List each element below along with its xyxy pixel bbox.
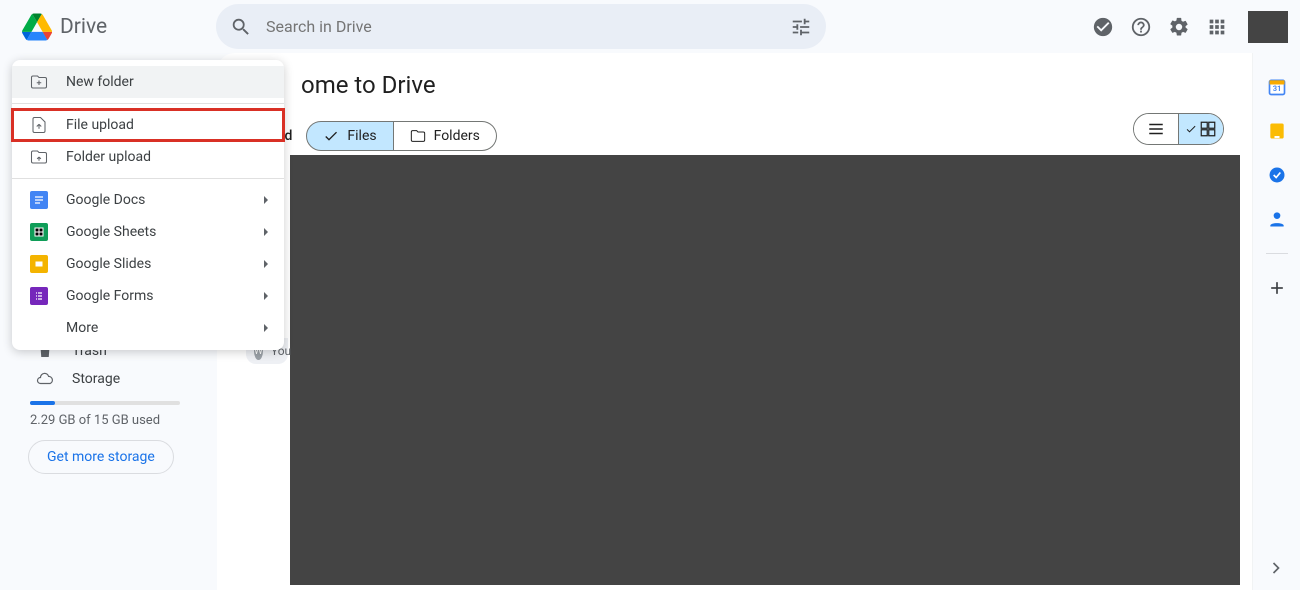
menu-label: New folder bbox=[66, 74, 134, 90]
search-icon bbox=[230, 16, 252, 38]
segment-label: Folders bbox=[434, 128, 480, 144]
menu-more[interactable]: More bbox=[12, 312, 284, 344]
apps-grid-icon[interactable] bbox=[1204, 14, 1230, 40]
offline-ready-icon[interactable] bbox=[1090, 14, 1116, 40]
list-view-button[interactable] bbox=[1134, 114, 1178, 144]
contacts-icon[interactable] bbox=[1267, 209, 1287, 229]
view-mode-segment bbox=[1133, 113, 1224, 145]
menu-google-slides[interactable]: Google Slides bbox=[12, 248, 284, 280]
folders-segment-button[interactable]: Folders bbox=[394, 121, 497, 151]
right-rail: 31 bbox=[1252, 53, 1300, 590]
blank-icon bbox=[30, 319, 48, 337]
help-icon[interactable] bbox=[1128, 14, 1154, 40]
chevron-right-icon bbox=[262, 324, 270, 332]
menu-label: Google Sheets bbox=[66, 224, 156, 240]
suggestion-row: ed Files Folders bbox=[277, 121, 1252, 151]
menu-label: Google Forms bbox=[66, 288, 154, 304]
forms-icon bbox=[30, 287, 48, 305]
file-folder-segment: Files Folders bbox=[306, 121, 496, 151]
menu-label: More bbox=[66, 320, 98, 336]
menu-google-docs[interactable]: Google Docs bbox=[12, 184, 284, 216]
chevron-right-icon bbox=[262, 196, 270, 204]
menu-label: Google Docs bbox=[66, 192, 145, 208]
menu-label: Folder upload bbox=[66, 149, 151, 165]
header-actions bbox=[1090, 11, 1288, 43]
cloud-icon bbox=[36, 370, 54, 388]
page-title: ome to Drive bbox=[301, 71, 1252, 99]
list-icon bbox=[1147, 120, 1165, 138]
menu-file-upload[interactable]: File upload bbox=[12, 109, 284, 141]
menu-google-sheets[interactable]: Google Sheets bbox=[12, 216, 284, 248]
svg-text:31: 31 bbox=[1272, 84, 1281, 93]
product-name: Drive bbox=[60, 15, 107, 39]
account-avatar[interactable] bbox=[1248, 11, 1288, 43]
storage-usage-bar bbox=[30, 401, 180, 405]
grid-view-button[interactable] bbox=[1179, 114, 1223, 144]
menu-folder-upload[interactable]: Folder upload bbox=[12, 141, 284, 173]
chevron-right-icon bbox=[262, 228, 270, 236]
sidebar-item-label: Storage bbox=[72, 371, 120, 387]
files-segment-button[interactable]: Files bbox=[306, 121, 393, 151]
menu-label: Google Slides bbox=[66, 256, 151, 272]
app-header: Drive bbox=[0, 0, 1300, 53]
segment-label: Files bbox=[347, 128, 376, 144]
check-icon bbox=[323, 128, 339, 144]
check-icon bbox=[1185, 120, 1197, 138]
settings-gear-icon[interactable] bbox=[1166, 14, 1192, 40]
menu-label: File upload bbox=[66, 117, 134, 133]
search-input[interactable] bbox=[252, 17, 790, 36]
storage-usage-text: 2.29 GB of 15 GB used bbox=[30, 413, 198, 428]
content-area-placeholder bbox=[290, 155, 1240, 585]
tasks-icon[interactable] bbox=[1267, 165, 1287, 185]
menu-new-folder[interactable]: New folder bbox=[12, 66, 284, 98]
keep-icon[interactable] bbox=[1267, 121, 1287, 141]
sidebar-item-storage[interactable]: Storage bbox=[28, 365, 198, 393]
docs-icon bbox=[30, 191, 48, 209]
chevron-right-icon bbox=[262, 260, 270, 268]
folder-icon bbox=[410, 128, 426, 144]
side-panel-toggle-icon[interactable] bbox=[1266, 558, 1286, 578]
tune-icon[interactable] bbox=[790, 16, 812, 38]
menu-google-forms[interactable]: Google Forms bbox=[12, 280, 284, 312]
new-folder-icon bbox=[30, 73, 48, 91]
sheets-icon bbox=[30, 223, 48, 241]
new-context-menu: New folder File upload Folder upload Goo… bbox=[12, 60, 284, 350]
drive-logo-icon bbox=[22, 12, 52, 42]
logo-section[interactable]: Drive bbox=[12, 12, 216, 42]
slides-icon bbox=[30, 255, 48, 273]
folder-upload-icon bbox=[30, 148, 48, 166]
add-icon[interactable] bbox=[1267, 278, 1287, 298]
search-bar[interactable] bbox=[216, 4, 826, 49]
get-more-storage-button[interactable]: Get more storage bbox=[28, 440, 174, 474]
calendar-icon[interactable]: 31 bbox=[1267, 77, 1287, 97]
chevron-right-icon bbox=[262, 292, 270, 300]
file-upload-icon bbox=[30, 116, 48, 134]
grid-icon bbox=[1199, 120, 1217, 138]
